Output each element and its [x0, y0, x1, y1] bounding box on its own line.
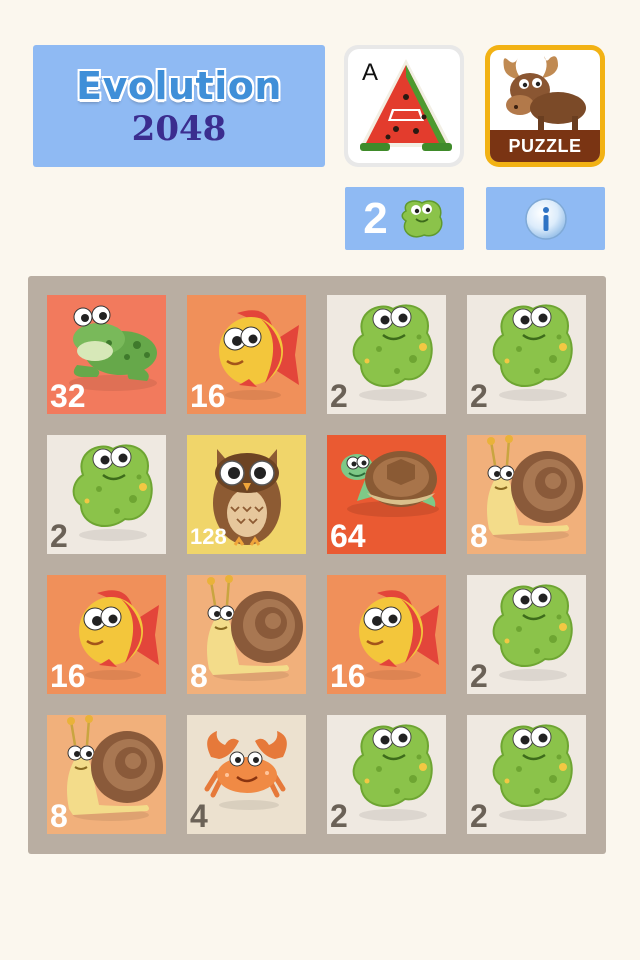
logo-title: Evolution [76, 64, 282, 109]
tile-value: 2 [330, 798, 348, 834]
tile-owl: 128 [187, 435, 306, 554]
tile-snail: 8 [47, 715, 166, 834]
tile-frog: 32 [47, 295, 166, 414]
tile-value: 8 [190, 658, 208, 694]
tile-value: 2 [470, 658, 488, 694]
watermelon-letter-a-icon [360, 59, 452, 151]
tile-blob: 2 [327, 715, 446, 834]
promo-puzzle-app-button[interactable]: PUZZLE [485, 45, 605, 167]
tile-value: 2 [330, 378, 348, 414]
tile-value: 16 [330, 658, 366, 694]
info-button[interactable] [486, 187, 605, 250]
tile-fish: 16 [47, 575, 166, 694]
tile-value: 16 [50, 658, 86, 694]
tile-blob: 2 [47, 435, 166, 554]
tile-snail: 8 [467, 435, 586, 554]
tile-value: 64 [330, 518, 366, 554]
game-logo: Evolution 2048 [33, 45, 325, 167]
tile-value: 128 [190, 524, 227, 549]
tile-value: 2 [470, 378, 488, 414]
moose-icon [503, 56, 586, 132]
tile-turtle: 64 [327, 435, 446, 554]
tile-fish: 16 [187, 295, 306, 414]
tile-value: 4 [190, 798, 208, 834]
tile-value: 2 [50, 518, 68, 554]
tile-value: 8 [50, 798, 68, 834]
tile-blob: 2 [327, 295, 446, 414]
info-icon [524, 197, 567, 240]
game-board[interactable]: 32 16 2 2 2 128 64 8 16 8 16 2 8 4 2 2 [28, 276, 606, 854]
tile-blob: 2 [467, 295, 586, 414]
tile-value: 8 [470, 518, 488, 554]
tile-crab: 4 [187, 715, 306, 834]
tile-blob: 2 [467, 715, 586, 834]
tile-value: 2 [470, 798, 488, 834]
promo-abc-app-button[interactable]: A [344, 45, 464, 167]
tile-value: 32 [50, 378, 86, 414]
logo-number: 2048 [131, 108, 227, 149]
puzzle-label: PUZZLE [490, 130, 600, 162]
tile-blob: 2 [467, 575, 586, 694]
green-blob-icon [401, 199, 443, 237]
tile-snail: 8 [187, 575, 306, 694]
next-tile-indicator: 2 [345, 187, 464, 250]
next-tile-count: 2 [363, 193, 388, 243]
tile-value: 16 [190, 378, 226, 414]
tile-fish: 16 [327, 575, 446, 694]
